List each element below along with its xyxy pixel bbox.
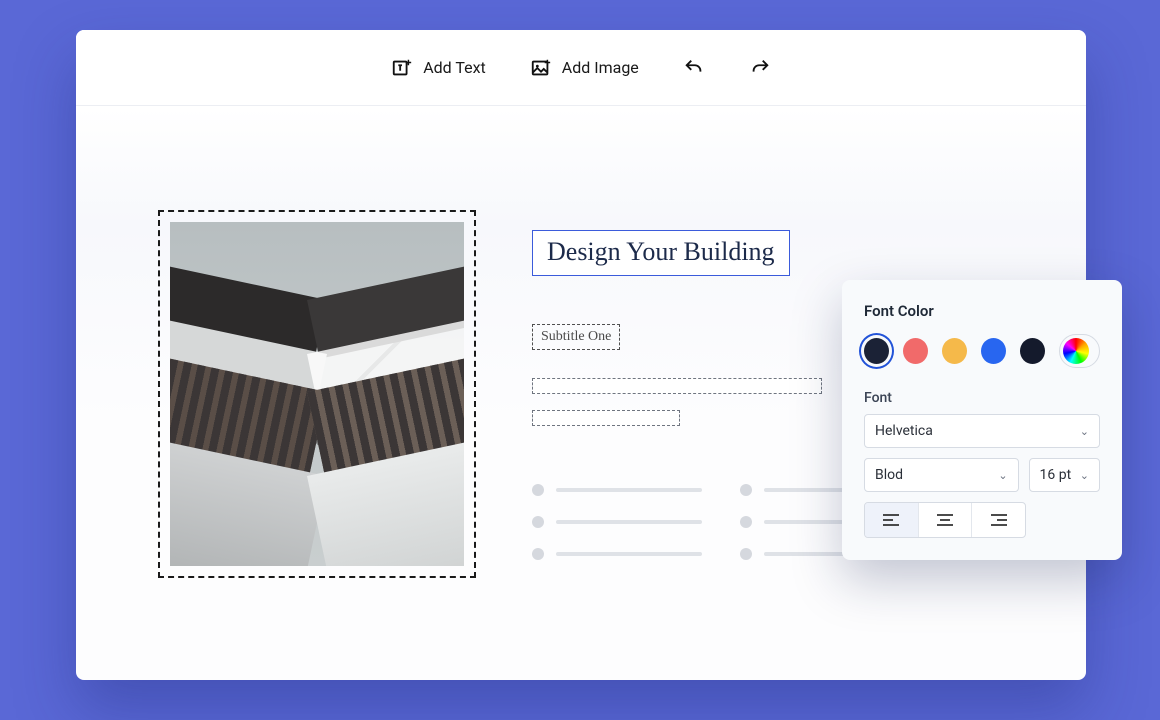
align-center-icon	[937, 514, 953, 526]
bullet-column	[532, 484, 702, 580]
chevron-down-icon: ⌄	[1080, 425, 1089, 438]
add-text-icon	[391, 57, 413, 79]
title-text[interactable]: Design Your Building	[532, 230, 790, 276]
add-text-label: Add Text	[423, 58, 486, 77]
color-picker-button[interactable]	[1059, 334, 1100, 368]
font-size-value: 16 pt	[1040, 467, 1072, 483]
chevron-down-icon: ⌄	[1080, 469, 1089, 482]
list-item[interactable]	[532, 548, 702, 560]
image-placeholder[interactable]	[158, 210, 476, 578]
add-image-label: Add Image	[562, 58, 639, 77]
add-text-button[interactable]: Add Text	[391, 57, 486, 79]
color-swatch-navy[interactable]	[864, 338, 889, 364]
align-center-button[interactable]	[919, 503, 973, 537]
align-left-icon	[883, 514, 899, 526]
align-left-button[interactable]	[865, 503, 919, 537]
body-placeholder-line[interactable]	[532, 378, 822, 394]
font-color-label: Font Color	[864, 302, 1100, 320]
font-weight-value: Blod	[875, 467, 903, 483]
subtitle-text[interactable]: Subtitle One	[532, 324, 620, 350]
font-size-select[interactable]: 16 pt ⌄	[1029, 458, 1100, 492]
building-image	[170, 222, 464, 566]
undo-button[interactable]	[683, 57, 705, 79]
list-item[interactable]	[532, 516, 702, 528]
font-section-label: Font	[864, 390, 1100, 406]
color-swatch-amber[interactable]	[942, 338, 967, 364]
align-right-icon	[991, 514, 1007, 526]
font-weight-select[interactable]: Blod ⌄	[864, 458, 1019, 492]
text-align-group	[864, 502, 1026, 538]
font-panel: Font Color Font Helvetica ⌄ Blod ⌄ 16 pt…	[842, 280, 1122, 560]
toolbar: Add Text Add Image	[76, 30, 1086, 106]
add-image-button[interactable]: Add Image	[530, 57, 639, 79]
color-swatch-coral[interactable]	[903, 338, 928, 364]
color-swatch-blue[interactable]	[981, 338, 1006, 364]
rainbow-icon	[1063, 338, 1089, 364]
color-swatches	[864, 334, 1100, 368]
color-swatch-dark[interactable]	[1020, 338, 1045, 364]
add-image-icon	[530, 57, 552, 79]
font-family-select[interactable]: Helvetica ⌄	[864, 414, 1100, 448]
redo-button[interactable]	[749, 57, 771, 79]
font-family-value: Helvetica	[875, 423, 933, 439]
chevron-down-icon: ⌄	[998, 469, 1007, 482]
body-placeholder-line[interactable]	[532, 410, 680, 426]
align-right-button[interactable]	[972, 503, 1025, 537]
list-item[interactable]	[532, 484, 702, 496]
